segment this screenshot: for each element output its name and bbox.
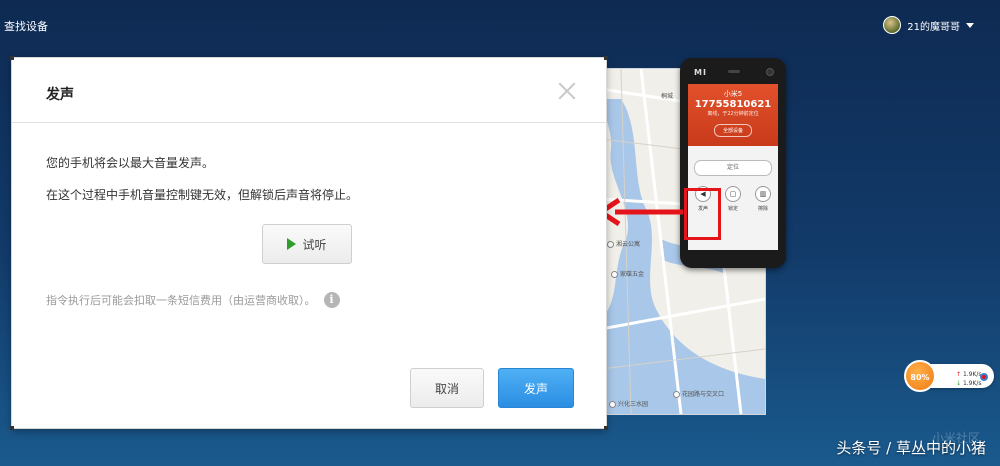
trash-icon: ▥ xyxy=(755,186,771,202)
map-pin-icon xyxy=(611,271,618,278)
user-name: 21的魔哥哥 xyxy=(907,21,960,33)
lock-icon: ▢ xyxy=(725,186,741,202)
info-icon[interactable]: i xyxy=(323,292,340,308)
upload-speed: 1.9K/s xyxy=(956,371,982,378)
watermark: 头条号 / 草丛中的小猪 xyxy=(836,439,986,457)
map-pin-icon xyxy=(607,241,614,248)
user-menu[interactable]: 21的魔哥哥 xyxy=(883,16,974,34)
map-poi: 家碟五金 xyxy=(611,269,644,278)
device-number: 17755810621 xyxy=(694,99,772,110)
camera-icon xyxy=(766,68,774,76)
map-road-label: 桐城 xyxy=(661,93,674,100)
close-icon[interactable] xyxy=(558,82,576,100)
erase-action[interactable]: ▥ 擦除 xyxy=(755,186,771,212)
resize-handle xyxy=(604,426,608,430)
cancel-button[interactable]: 取消 xyxy=(410,368,484,408)
device-name: 小米5 xyxy=(723,90,743,98)
map-pin-icon xyxy=(609,401,616,408)
download-speed: 1.9K/s xyxy=(956,380,982,387)
phone-speaker-slot xyxy=(728,70,740,73)
device-status: 离线，于22分钟前定位 xyxy=(707,111,759,117)
avatar xyxy=(883,16,902,34)
dialog-message-detail: 在这个过程中手机音量控制键无效，但解锁后声音将停止。 xyxy=(46,188,359,202)
arrow-left-icon xyxy=(597,198,683,226)
resize-handle xyxy=(10,56,14,60)
map-poi: 湘云公寓 xyxy=(607,239,640,248)
lock-action[interactable]: ▢ 锁定 xyxy=(725,186,741,212)
sms-fee-note: 指令执行后可能会扣取一条短信费用（由运营商收取）。 i xyxy=(46,292,340,308)
locate-button[interactable]: 定位 xyxy=(694,160,772,176)
resize-handle xyxy=(10,426,14,430)
network-speed-widget[interactable]: 1.9K/s 1.9K/s 80% xyxy=(904,360,994,392)
phone-brand: MI xyxy=(694,68,707,77)
play-icon xyxy=(287,238,297,250)
highlight-box xyxy=(684,188,721,240)
status-dot-icon xyxy=(980,373,988,381)
preview-sound-button[interactable]: 试听 xyxy=(262,224,352,264)
app-title: 查找设备 xyxy=(4,20,48,33)
ring-confirm-button[interactable]: 发声 xyxy=(498,368,574,408)
map-pin-icon xyxy=(673,391,680,398)
usage-percent: 80% xyxy=(904,360,936,392)
dialog-message: 您的手机将会以最大音量发声。 xyxy=(46,156,215,170)
ring-dialog: 发声 您的手机将会以最大音量发声。 在这个过程中手机音量控制键无效，但解锁后声音… xyxy=(10,56,608,430)
dialog-title: 发声 xyxy=(46,87,74,103)
all-devices-button[interactable]: 全部设备 xyxy=(713,124,752,137)
dialog-header: 发声 xyxy=(12,58,606,123)
device-card: 小米5 17755810621 离线，于22分钟前定位 全部设备 xyxy=(688,84,778,146)
top-bar: 查找设备 21的魔哥哥 xyxy=(0,0,1000,52)
resize-handle xyxy=(604,56,608,60)
map-poi: 兴化三水园 xyxy=(609,399,648,408)
map-poi: 花园路与交叉口 xyxy=(673,389,724,398)
chevron-down-icon xyxy=(966,22,974,28)
